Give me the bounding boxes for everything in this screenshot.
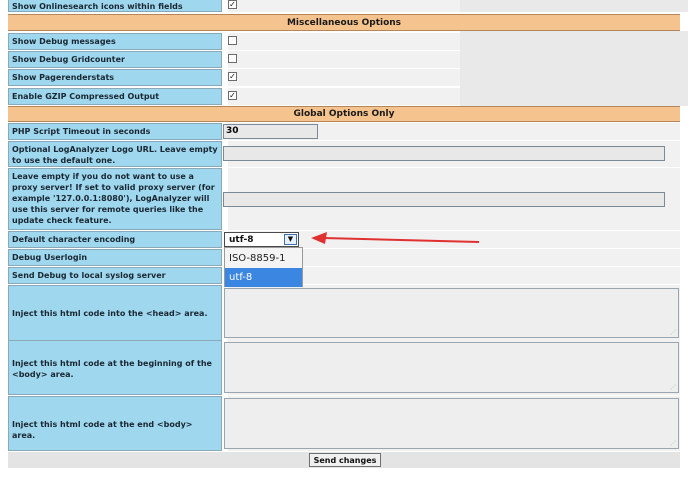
- row-debug-userlogin: Debug Userlogin: [8, 249, 680, 266]
- label-inject-body-end: Inject this html code at the end <body> …: [8, 396, 222, 451]
- section-header-global: Global Options Only: [8, 106, 680, 122]
- label-logo-url: Optional LogAnalyzer Logo URL. Leave emp…: [8, 141, 222, 167]
- inject-body-begin-textarea[interactable]: ⋰: [224, 342, 679, 393]
- label-pagerenderstats: Show Pagerenderstats: [8, 69, 222, 86]
- charset-dropdown-list: ISO-8859-1 utf-8: [224, 247, 303, 287]
- inject-head-textarea[interactable]: ⋰: [224, 288, 679, 338]
- resize-grip-icon[interactable]: ⋰: [670, 329, 676, 336]
- row-pagerenderstats: Show Pagerenderstats ✓: [8, 69, 680, 86]
- resize-grip-icon[interactable]: ⋰: [670, 440, 676, 447]
- row-debug-messages: Show Debug messages: [8, 31, 688, 106]
- checkbox-onlinesearch[interactable]: ✓: [228, 0, 237, 9]
- label-proxy: Leave empty if you do not want to use a …: [8, 168, 222, 230]
- checkbox-debug-gridcounter[interactable]: [228, 54, 237, 63]
- label-onlinesearch: Show Onlinesearch icons within fields: [8, 0, 222, 12]
- resize-grip-icon[interactable]: ⋰: [670, 384, 676, 391]
- label-debug-userlogin: Debug Userlogin: [8, 249, 222, 266]
- label-inject-body-begin: Inject this html code at the beginning o…: [8, 340, 222, 395]
- proxy-input[interactable]: [223, 192, 665, 207]
- inject-body-end-textarea[interactable]: ⋰: [224, 398, 679, 449]
- annotation-arrow-icon: [311, 232, 480, 244]
- checkbox-pagerenderstats[interactable]: ✓: [228, 72, 237, 81]
- row-php-timeout: PHP Script Timeout in seconds 30: [8, 123, 680, 140]
- row-logo-url: Optional LogAnalyzer Logo URL. Leave emp…: [8, 141, 680, 167]
- row-proxy: Leave empty if you do not want to use a …: [8, 168, 680, 230]
- logo-url-input[interactable]: [223, 146, 665, 161]
- checkbox-gzip[interactable]: ✓: [228, 91, 237, 100]
- label-debug-gridcounter: Show Debug Gridcounter: [8, 51, 222, 68]
- label-debug-syslog: Send Debug to local syslog server: [8, 267, 222, 284]
- row-onlinesearch: Show Onlinesearch icons within fields ✓: [8, 0, 688, 12]
- send-changes-button[interactable]: Send changes: [309, 453, 381, 467]
- label-php-timeout: PHP Script Timeout in seconds: [8, 123, 222, 140]
- section-header-misc: Miscellaneous Options: [8, 14, 680, 31]
- label-inject-head: Inject this html code into the <head> ar…: [8, 285, 222, 341]
- dropdown-option-iso-8859-1[interactable]: ISO-8859-1: [225, 250, 302, 268]
- label-debug-messages: Show Debug messages: [8, 33, 222, 50]
- php-timeout-input[interactable]: 30: [223, 124, 318, 139]
- label-charset: Default character encoding: [8, 231, 222, 248]
- chevron-down-icon[interactable]: ▼: [284, 234, 297, 245]
- dropdown-option-utf-8[interactable]: utf-8: [225, 268, 302, 287]
- checkbox-debug-messages[interactable]: [228, 36, 237, 45]
- row-gzip: Enable GZIP Compressed Output ✓: [8, 88, 680, 105]
- row-debug-syslog: Send Debug to local syslog server: [8, 267, 680, 284]
- charset-select-value: utf-8: [229, 235, 254, 245]
- row-debug-gridcounter: Show Debug Gridcounter: [8, 51, 680, 68]
- label-gzip: Enable GZIP Compressed Output: [8, 88, 222, 105]
- charset-select[interactable]: utf-8 ▼: [224, 232, 299, 247]
